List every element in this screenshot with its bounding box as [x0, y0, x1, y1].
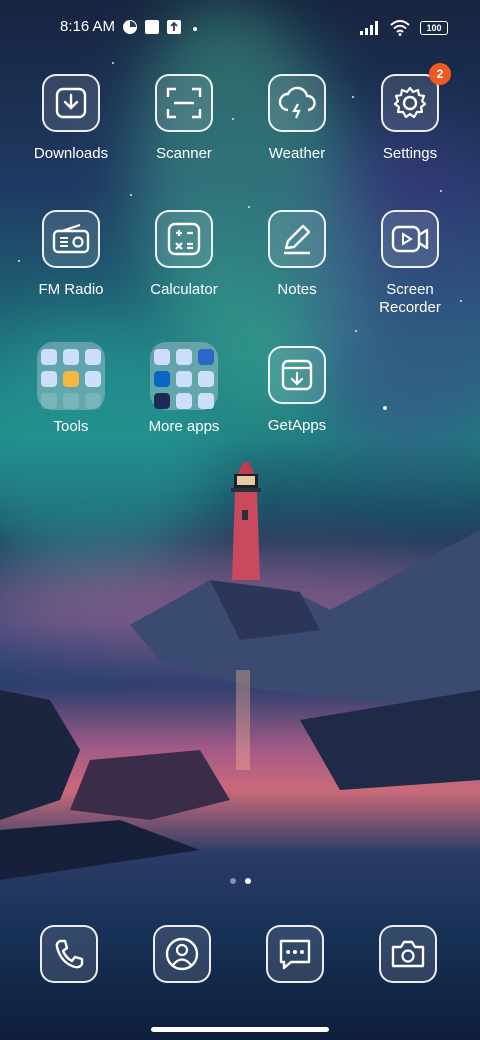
- app-label: Scanner: [156, 145, 212, 162]
- empty-slot: [41, 393, 57, 409]
- mic-app-mini-icon: [41, 349, 57, 365]
- star: [440, 190, 442, 192]
- app-screen-recorder[interactable]: Screen Recorder: [355, 210, 465, 317]
- play-store-mini-icon: [176, 393, 192, 409]
- calculator-icon: [167, 222, 201, 256]
- app-mini-icon: [154, 393, 170, 409]
- app-label: Notes: [277, 281, 317, 298]
- linkedin-mini-icon: [154, 371, 170, 387]
- app-fm-radio[interactable]: FM Radio: [16, 210, 126, 299]
- dock-phone[interactable]: [40, 925, 98, 983]
- dock-camera[interactable]: [379, 925, 437, 983]
- signal-icon: [360, 21, 378, 35]
- plus-app-mini-icon: [85, 371, 101, 387]
- notification-upload-icon: [167, 20, 181, 34]
- notification-square-icon: [145, 20, 159, 34]
- empty-slot: [85, 393, 101, 409]
- notification-badge: 2: [429, 63, 451, 85]
- help-app-mini-icon: [41, 371, 57, 387]
- home-screen: 8:16 AM 100 Downloads Scanner Weather 2 …: [0, 0, 480, 1040]
- pencil-icon: [284, 224, 311, 255]
- page-dot[interactable]: [229, 878, 236, 884]
- app-label-line: Screen: [386, 281, 434, 298]
- empty-slot: [63, 393, 79, 409]
- page-indicator: [0, 878, 480, 884]
- wave-app-mini-icon: [63, 349, 79, 365]
- download-icon: [55, 87, 87, 119]
- fm-radio-tile: [42, 210, 100, 268]
- folder-tools[interactable]: Tools: [16, 342, 126, 435]
- status-bar: 8:16 AM 100: [0, 0, 480, 56]
- camera-icon: [391, 940, 425, 968]
- app-weather[interactable]: Weather: [242, 74, 352, 163]
- radio-icon: [52, 224, 90, 254]
- app-label: FM Radio: [38, 281, 104, 298]
- dock-contacts[interactable]: [153, 925, 211, 983]
- messages-icon: [279, 939, 311, 970]
- app-getapps[interactable]: GetApps: [242, 346, 352, 435]
- app-label: Screen Recorder: [355, 281, 465, 317]
- app-label: Weather: [268, 145, 326, 162]
- app-mini-icon: [198, 393, 214, 409]
- app-calculator[interactable]: Calculator: [129, 210, 239, 299]
- star: [355, 330, 357, 332]
- scanner-icon: [166, 87, 202, 119]
- cloud-lightning-icon: [278, 86, 316, 119]
- app-notes[interactable]: Notes: [242, 210, 352, 299]
- compass-app-mini-icon: [85, 349, 101, 365]
- app-scanner[interactable]: Scanner: [129, 74, 239, 163]
- battery-indicator: 100: [420, 21, 448, 35]
- getapps-box-icon: [281, 359, 313, 391]
- folder-label: More apps: [148, 418, 220, 435]
- app-mini-icon: [176, 349, 192, 365]
- app-label: GetApps: [267, 417, 327, 434]
- getapps-tile: [268, 346, 326, 404]
- app-mini-icon: [198, 349, 214, 365]
- gear-icon: [393, 86, 427, 119]
- star: [383, 406, 387, 410]
- star: [352, 96, 354, 98]
- video-camera-icon: [391, 225, 429, 253]
- app-label-line: Recorder: [379, 299, 441, 316]
- weather-tile: [268, 74, 326, 132]
- app-label: Downloads: [33, 145, 109, 162]
- settings-tile: 2: [381, 63, 451, 132]
- star: [130, 194, 132, 196]
- more-notifications-dot-icon: [193, 27, 197, 31]
- dock-messages[interactable]: [266, 925, 324, 983]
- star: [112, 62, 114, 64]
- files-app-mini-icon: [63, 371, 79, 387]
- app-mini-icon: [198, 371, 214, 387]
- downloads-tile: [42, 74, 100, 132]
- app-label: Calculator: [150, 281, 218, 298]
- rocky-shore-illustration: [0, 530, 480, 880]
- phone-icon: [55, 939, 84, 969]
- star: [248, 206, 250, 208]
- folder-tile: [150, 342, 218, 410]
- calculator-tile: [155, 210, 213, 268]
- folder-label: Tools: [53, 418, 89, 435]
- notification-app-icon: [123, 20, 137, 34]
- app-label: Settings: [382, 145, 438, 162]
- folder-tile: [37, 342, 105, 410]
- contacts-icon: [165, 937, 199, 971]
- page-dot-active[interactable]: [244, 878, 251, 884]
- notes-tile: [268, 210, 326, 268]
- folder-more-apps[interactable]: More apps: [129, 342, 239, 435]
- app-settings[interactable]: 2 Settings: [355, 63, 465, 163]
- app-mini-icon: [176, 371, 192, 387]
- app-mini-icon: [154, 349, 170, 365]
- home-gesture-bar[interactable]: [151, 1027, 329, 1032]
- scanner-tile: [155, 74, 213, 132]
- screen-recorder-tile: [381, 210, 439, 268]
- wifi-icon: [390, 20, 410, 36]
- status-time: 8:16 AM: [60, 18, 116, 35]
- app-downloads[interactable]: Downloads: [16, 74, 126, 163]
